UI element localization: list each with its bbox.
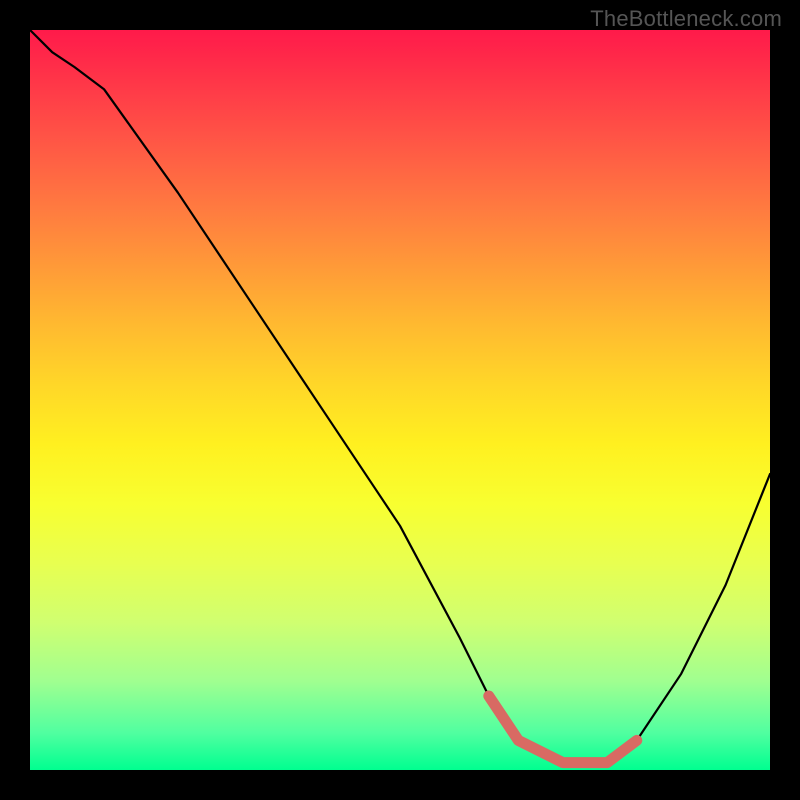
bottleneck-curve xyxy=(30,30,770,763)
chart-container: TheBottleneck.com xyxy=(0,0,800,800)
watermark-text: TheBottleneck.com xyxy=(590,6,782,32)
sweet-spot-marker xyxy=(489,696,637,763)
chart-svg xyxy=(30,30,770,770)
plot-area xyxy=(30,30,770,770)
